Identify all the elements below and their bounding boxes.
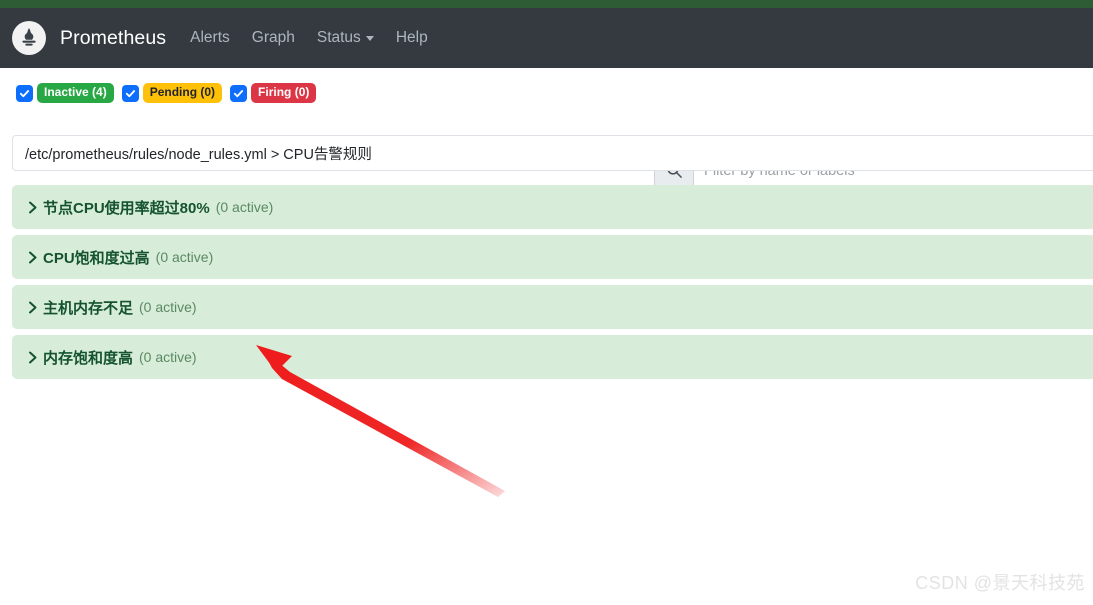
chevron-right-icon bbox=[28, 351, 38, 364]
nav-links: Alerts Graph Status Help bbox=[190, 29, 450, 47]
navbar: Prometheus Alerts Graph Status Help bbox=[0, 8, 1093, 68]
chevron-right-icon bbox=[28, 251, 38, 264]
nav-link-help[interactable]: Help bbox=[396, 29, 428, 47]
alert-rules-list: 节点CPU使用率超过80% (0 active) CPU饱和度过高 (0 act… bbox=[12, 185, 1093, 385]
badge-firing[interactable]: Firing (0) bbox=[251, 83, 317, 104]
filter-bar: Inactive (4) Pending (0) Firing (0) bbox=[0, 68, 1093, 189]
brand-title[interactable]: Prometheus bbox=[60, 27, 166, 50]
nav-link-status-label: Status bbox=[316, 29, 361, 46]
breadcrumb[interactable]: /etc/prometheus/rules/node_rules.yml > C… bbox=[12, 135, 1093, 171]
badge-pending[interactable]: Pending (0) bbox=[142, 83, 223, 104]
nav-link-help-label: Help bbox=[395, 29, 428, 46]
chevron-right-icon bbox=[28, 301, 38, 314]
checkbox-inactive[interactable] bbox=[16, 84, 33, 102]
alert-rule-row[interactable]: 内存饱和度高 (0 active) bbox=[12, 335, 1093, 379]
nav-link-graph[interactable]: Graph bbox=[252, 29, 295, 47]
nav-link-status[interactable]: Status bbox=[317, 29, 374, 47]
badge-inactive[interactable]: Inactive (4) bbox=[37, 83, 114, 104]
prometheus-alerts-page: Prometheus Alerts Graph Status Help Inac… bbox=[0, 0, 1093, 605]
chevron-right-icon bbox=[28, 201, 38, 214]
csdn-watermark: CSDN @景天科技苑 bbox=[915, 573, 1085, 593]
prometheus-torch-icon[interactable] bbox=[12, 21, 46, 55]
top-accent-strip bbox=[0, 0, 1093, 8]
alert-rule-active-count: (0 active) bbox=[139, 299, 197, 315]
checkbox-firing[interactable] bbox=[230, 84, 248, 102]
alert-rule-name: 内存饱和度高 bbox=[43, 349, 134, 367]
alert-rule-row[interactable]: 主机内存不足 (0 active) bbox=[12, 285, 1093, 329]
alert-rule-active-count: (0 active) bbox=[139, 349, 197, 365]
nav-link-graph-label: Graph bbox=[251, 29, 295, 46]
alert-rule-name: CPU饱和度过高 bbox=[43, 249, 150, 267]
alert-rule-name: 主机内存不足 bbox=[43, 299, 134, 317]
alert-rule-active-count: (0 active) bbox=[215, 199, 274, 215]
alert-rule-row[interactable]: 节点CPU使用率超过80% (0 active) bbox=[12, 185, 1093, 229]
state-filter-badges: Inactive (4) Pending (0) Firing (0) bbox=[16, 83, 324, 104]
alert-rule-row[interactable]: CPU饱和度过高 (0 active) bbox=[12, 235, 1093, 279]
nav-link-alerts[interactable]: Alerts bbox=[190, 29, 230, 47]
nav-link-alerts-label: Alerts bbox=[190, 29, 230, 46]
chevron-down-icon bbox=[365, 35, 374, 41]
alert-rule-name: 节点CPU使用率超过80% bbox=[43, 199, 210, 217]
breadcrumb-text: /etc/prometheus/rules/node_rules.yml > C… bbox=[25, 146, 372, 163]
alert-rule-active-count: (0 active) bbox=[155, 249, 214, 265]
checkbox-pending[interactable] bbox=[121, 84, 139, 102]
